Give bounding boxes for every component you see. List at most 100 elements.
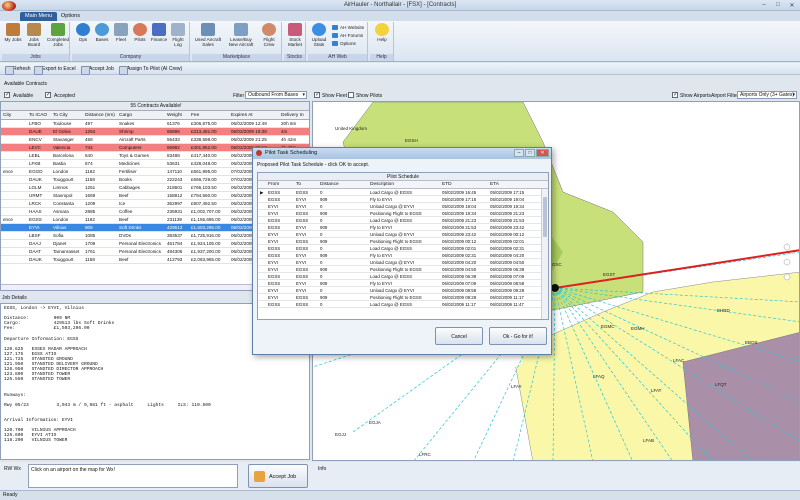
upload-stats-button[interactable]: Upload Stats: [309, 23, 329, 53]
schedule-row[interactable]: EYVI EGSS 909 Positioning Flight to EGSS 05/…: [258, 210, 548, 217]
schedule-row[interactable]: EGSS EYVI 909 Fly to EYVI 05/02/2009 21:53 05…: [258, 224, 548, 231]
schedule-cell: EGSS: [268, 225, 281, 230]
schedule-row[interactable]: EGSS EGSS 0 Load Cargo @ EGSS 05/02/2009 21:…: [258, 217, 548, 224]
tab-main-menu[interactable]: Main Menu: [20, 12, 58, 21]
options-link[interactable]: Options: [331, 40, 356, 47]
schedule-row[interactable]: EGSS EGSS 0 Load Cargo @ EGSS 06/02/2009 11:…: [258, 301, 548, 308]
bases-button[interactable]: Bases: [92, 23, 112, 53]
schedule-column-header[interactable]: Description: [370, 182, 394, 187]
schedule-row[interactable]: EYVI EGSS 909 Positioning Flight to EGSS 06/…: [258, 294, 548, 301]
grid-column-header[interactable]: City: [3, 113, 11, 118]
map-label[interactable]: EBOS: [745, 340, 758, 345]
close-icon[interactable]: ✕: [786, 1, 798, 9]
schedule-row[interactable]: EYVI EYVI 0 Unload Cargo @ EYVI 06/02/2009 0…: [258, 287, 548, 294]
zoom-controls: [783, 243, 791, 281]
map-label[interactable]: EHRD: [717, 308, 730, 313]
scroll-thumb[interactable]: [543, 197, 547, 237]
fleet-button[interactable]: Fleet: [111, 23, 131, 53]
refresh-button[interactable]: Refresh: [4, 65, 31, 75]
schedule-row[interactable]: EYVI EYVI 0 Unload Cargo @ EYVI 06/02/2009 0…: [258, 259, 548, 266]
schedule-column-header[interactable]: From: [268, 182, 279, 187]
grid-column-header[interactable]: Delivery In: [281, 113, 304, 118]
pilots-button[interactable]: Pilots: [130, 23, 150, 53]
table-row[interactable]: DAUE El Golea 1264 Shrimp 65896 £313,481.00 06…: [1, 128, 309, 136]
map-label[interactable]: EGSH: [405, 138, 418, 143]
show-pilots-checkbox[interactable]: [348, 92, 354, 98]
grid-column-header[interactable]: Fee: [191, 113, 199, 118]
minimize-icon[interactable]: –: [758, 1, 770, 9]
my-jobs-button[interactable]: My Jobs: [3, 23, 23, 53]
schedule-row[interactable]: EYVI EGSS 909 Positioning Flight to EGSS 06/…: [258, 266, 548, 273]
map-label[interactable]: LFAC: [673, 358, 684, 363]
used-aircraft-sales-button[interactable]: Used Aircraft Sales: [194, 23, 222, 53]
schedule-row[interactable]: ▶ EGSS EGSS 0 Load Cargo @ EGSS 05/02/2009 16…: [258, 189, 548, 196]
map-label[interactable]: LFQT: [715, 382, 727, 387]
assign-pilot-button[interactable]: Assign To Pilot (AI Crew): [118, 65, 182, 75]
map-label[interactable]: LFAY: [511, 384, 522, 389]
finance-button[interactable]: Finance: [149, 23, 169, 53]
accept-job-button[interactable]: Accept Job: [248, 464, 308, 488]
map-label[interactable]: LFAB: [643, 438, 654, 443]
completed-jobs-button[interactable]: Completed Jobs: [46, 23, 70, 53]
flight-log-button[interactable]: Flight Log: [168, 23, 188, 53]
grid-column-header[interactable]: Expires At: [231, 113, 253, 118]
map-label[interactable]: LFAQ: [593, 374, 605, 379]
lease-buy-button[interactable]: Lease/Buy New Aircraft: [226, 23, 256, 53]
dialog-close-icon[interactable]: ✕: [536, 149, 549, 157]
schedule-column-header[interactable]: To: [296, 182, 301, 187]
cancel-button[interactable]: Cancel: [435, 327, 483, 345]
maximize-icon[interactable]: □: [772, 1, 784, 9]
schedule-row[interactable]: EGSS EYVI 909 Fly to EYVI 06/02/2009 02:31 06…: [258, 252, 548, 259]
table-cell: £2,063,965.00: [191, 257, 221, 262]
help-button[interactable]: Help: [372, 23, 392, 53]
schedule-row[interactable]: EYVI EYVI 0 Unload Cargo @ EYVI 05/02/2009 1…: [258, 203, 548, 210]
schedule-column-header[interactable]: Distance: [320, 182, 339, 187]
export-excel-button[interactable]: Export to Excel: [33, 65, 76, 75]
airport-filter-select[interactable]: Airports Only (3+ Gates): [737, 91, 797, 99]
ah-website-link[interactable]: AH Website: [331, 24, 364, 31]
schedule-row[interactable]: EGSS EGSS 0 Load Cargo @ EGSS 06/02/2009 06:…: [258, 273, 548, 280]
jobs-board-button[interactable]: Jobs Board: [24, 23, 44, 53]
available-checkbox[interactable]: [4, 91, 10, 98]
grid-column-header[interactable]: To ICAO: [29, 113, 47, 118]
schedule-column-header[interactable]: ETD: [442, 182, 452, 187]
table-cell: London: [53, 217, 69, 222]
schedule-row[interactable]: EYVI EGSS 909 Positioning Flight to EGSS 06/…: [258, 238, 548, 245]
ah-forums-link[interactable]: AH Forums: [331, 32, 363, 39]
schedule-row[interactable]: EGSS EYVI 909 Fly to EYVI 06/02/2009 07:09 06…: [258, 280, 548, 287]
grid-column-header[interactable]: Cargo: [119, 113, 132, 118]
flight-crew-button[interactable]: Flight Crew: [259, 23, 279, 53]
map-label[interactable]: EGST: [603, 272, 615, 277]
map-label[interactable]: LFAT: [651, 388, 661, 393]
accept-job-toolbar-button[interactable]: Accept Job: [80, 65, 114, 75]
table-cell: £1,937,200.00: [191, 249, 221, 254]
grid-column-header[interactable]: Weight: [167, 113, 182, 118]
ops-button[interactable]: Ops: [73, 23, 93, 53]
ok-button[interactable]: Ok - Go for it!: [489, 327, 547, 345]
schedule-scrollbar[interactable]: [541, 189, 548, 319]
map-label[interactable]: LFRC: [419, 452, 431, 457]
dialog-maximize-icon[interactable]: □: [525, 149, 535, 157]
grid-column-header[interactable]: Distance (nm): [85, 113, 115, 118]
stock-market-button[interactable]: Stock Market: [285, 23, 305, 53]
accepted-checkbox[interactable]: [45, 91, 51, 98]
table-row[interactable]: LFBO Toulouse 497 Snakes 61376 £306,875.00 06/…: [1, 120, 309, 128]
show-fleet-checkbox[interactable]: [314, 91, 320, 98]
map-label[interactable]: EGJJ: [335, 432, 346, 437]
filter-select[interactable]: Outbound From Bases: [245, 91, 307, 99]
schedule-row[interactable]: EGSS EGSS 0 Load Cargo @ EGSS 06/02/2009 02:…: [258, 245, 548, 252]
map-label[interactable]: EGMH: [631, 326, 645, 331]
schedule-row[interactable]: EYVI EYVI 0 Unload Cargo @ EYVI 05/02/2009 2…: [258, 231, 548, 238]
table-cell: Touggourt: [53, 177, 74, 182]
map-label[interactable]: EGMC: [601, 324, 615, 329]
show-airports-checkbox[interactable]: [672, 91, 678, 98]
table-cell: LRCK: [29, 201, 42, 206]
tab-options[interactable]: Options: [56, 12, 85, 21]
schedule-column-header[interactable]: ETA: [490, 182, 499, 187]
table-row[interactable]: ENCV Stavanger 458 Aircraft Parts 56433 £338,…: [1, 136, 309, 144]
dialog-minimize-icon[interactable]: –: [514, 149, 524, 157]
table-cell: Medicines: [119, 161, 140, 166]
map-label[interactable]: EGJA: [369, 420, 381, 425]
grid-column-header[interactable]: To City: [53, 113, 68, 118]
schedule-row[interactable]: EGSS EYVI 909 Fly to EYVI 05/02/2009 17:15 05…: [258, 196, 548, 203]
